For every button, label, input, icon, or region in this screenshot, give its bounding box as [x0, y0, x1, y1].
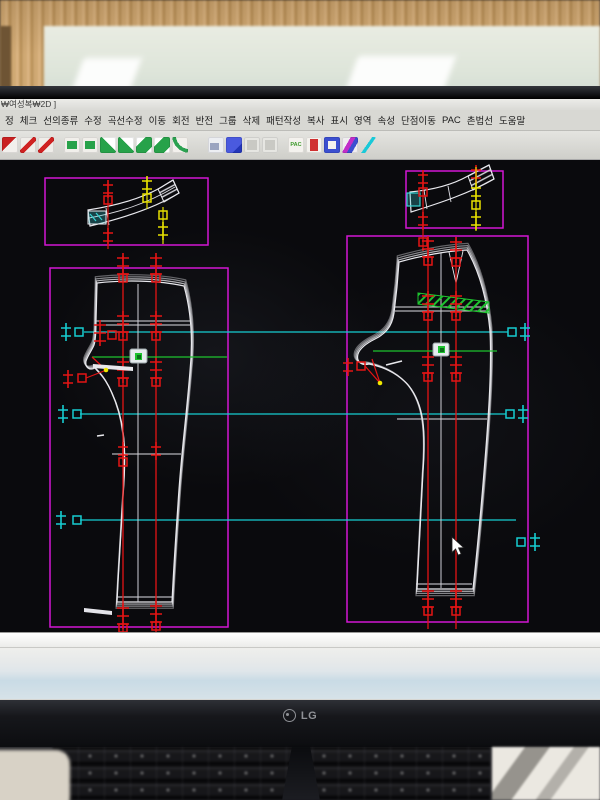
select-arrow-icon[interactable]: [2, 137, 18, 153]
menu-item-property[interactable]: 속성: [378, 113, 395, 127]
pattern-drawing: [0, 160, 600, 632]
menu-item-display[interactable]: 표시: [331, 113, 348, 127]
menu-item-point-move[interactable]: 단점이동: [401, 113, 436, 127]
blue-square-icon[interactable]: [208, 137, 224, 153]
menu-item-help[interactable]: 도움말: [499, 113, 525, 127]
menu-item-copy[interactable]: 복사: [307, 113, 324, 127]
waistband-piece-right[interactable]: [407, 165, 494, 251]
ceiling-light-reflection: [346, 56, 456, 90]
grain-lines-left-piece: [94, 253, 162, 632]
red-pencil-icon[interactable]: [38, 137, 54, 153]
blue-outline-icon[interactable]: [324, 137, 340, 153]
bottom-toolbar-band: [0, 632, 600, 699]
blue-fill-icon[interactable]: [226, 137, 242, 153]
pattern-trace-icon[interactable]: [342, 137, 358, 153]
lg-brand-text: LG: [301, 710, 317, 722]
green-fold-icon[interactable]: [100, 137, 116, 153]
menu-item-region[interactable]: 영역: [354, 113, 371, 127]
measure-line-left[interactable]: [92, 349, 227, 363]
selection-highlight: [407, 193, 420, 206]
gray-square-icon[interactable]: [244, 137, 260, 153]
desk-object-right: [492, 747, 600, 800]
keyboard: [52, 747, 490, 800]
mouse-cursor: [452, 537, 464, 555]
screen: ₩여성복₩2D ] 정 체크 선의종류 수정 곡선수정 이동 회전 반전 그룹 …: [0, 99, 600, 700]
menu-bar: 정 체크 선의종류 수정 곡선수정 이동 회전 반전 그룹 삭제 패턴작성 복사…: [0, 110, 600, 131]
red-document-icon[interactable]: [306, 137, 322, 153]
menu-item-group[interactable]: 그룹: [219, 113, 236, 127]
statusband-ridge: [0, 633, 600, 648]
green-block2-icon[interactable]: [82, 137, 98, 153]
measure-line-right[interactable]: [373, 343, 497, 356]
cyan-pen-icon[interactable]: [360, 137, 376, 153]
green-curve-icon[interactable]: [172, 137, 188, 153]
menu-item-edit[interactable]: 수정: [84, 113, 101, 127]
menu-item-check[interactable]: 체크: [20, 113, 37, 127]
grain-lines-right-piece: [422, 236, 462, 629]
waistband-piece-left[interactable]: [88, 176, 179, 249]
menu-item-rotate[interactable]: 회전: [172, 113, 189, 127]
photo-of-monitor: ₩여성복₩2D ] 정 체크 선의종류 수정 곡선수정 이동 회전 반전 그룹 …: [0, 0, 600, 800]
menu-item-line-type[interactable]: 선의종류: [43, 113, 78, 127]
green-fold2-icon[interactable]: [118, 137, 134, 153]
pattern-canvas[interactable]: [0, 160, 600, 632]
window-title: ₩여성복₩2D ]: [1, 99, 56, 109]
toolbar: PAC: [0, 131, 600, 160]
green-block-icon[interactable]: [64, 137, 80, 153]
desk-object-left: [0, 750, 70, 800]
lg-logo: LG: [0, 709, 600, 722]
green-piece-icon[interactable]: [136, 137, 152, 153]
menu-item-mirror[interactable]: 반전: [196, 113, 213, 127]
pac-icon[interactable]: PAC: [288, 137, 304, 153]
gray-square2-icon[interactable]: [262, 137, 278, 153]
wall-dark-slat: [0, 26, 11, 92]
menu-item-pattern-make[interactable]: 패턴작성: [266, 113, 301, 127]
menu-item-delete[interactable]: 삭제: [243, 113, 260, 127]
monitor: ₩여성복₩2D ] 정 체크 선의종류 수정 곡선수정 이동 회전 반전 그룹 …: [0, 86, 600, 747]
lg-circle-icon: [283, 709, 296, 722]
monitor-bottom-bezel: LG: [0, 700, 600, 747]
menu-item-dimension-line[interactable]: 촌법선: [467, 113, 493, 127]
menu-item-move[interactable]: 이동: [149, 113, 166, 127]
menu-item-curve-edit[interactable]: 곡선수정: [108, 113, 143, 127]
selection-highlight: [88, 211, 106, 224]
menu-item-0[interactable]: 정: [5, 113, 14, 127]
monitor-top-bezel: [0, 86, 600, 99]
red-pen-icon[interactable]: [20, 137, 36, 153]
green-piece2-icon[interactable]: [154, 137, 170, 153]
menu-item-pac[interactable]: PAC: [442, 115, 461, 126]
window-titlebar: ₩여성복₩2D ]: [0, 99, 600, 110]
